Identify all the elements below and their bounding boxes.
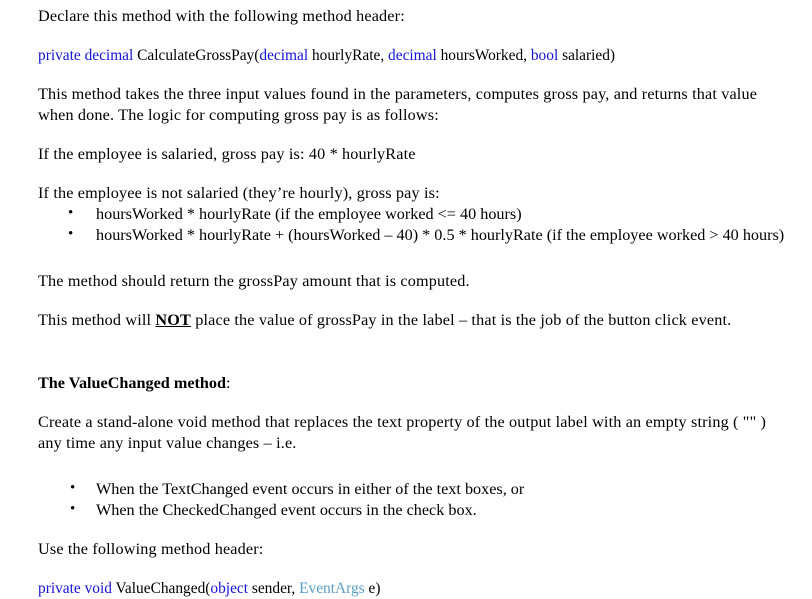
method-header-calculategrosspay: private decimal CalculateGrossPay(decima… bbox=[38, 45, 792, 66]
list-item: hoursWorked * hourlyRate (if the employe… bbox=[38, 203, 792, 225]
event-trigger-list: When the TextChanged event occurs in eit… bbox=[38, 478, 792, 521]
paragraph-hourly-intro: If the employee is not salaried (they’re… bbox=[38, 184, 440, 202]
keyword-object: object bbox=[210, 580, 249, 597]
list-item: When the TextChanged event occurs in eit… bbox=[38, 478, 792, 500]
keyword-private-void: private void bbox=[38, 580, 112, 597]
keyword-bool: bool bbox=[530, 47, 559, 64]
paragraph-return-note: The method should return the grossPay am… bbox=[38, 272, 470, 290]
paragraph-method-takes-values: This method takes the three input values… bbox=[38, 85, 758, 124]
method-name-calculategrosspay: CalculateGrossPay( bbox=[133, 47, 260, 64]
not-note-after: place the value of grossPay in the label… bbox=[191, 311, 732, 329]
method-name-valuechanged: ValueChanged( bbox=[111, 580, 211, 597]
document-page: Declare this method with the following m… bbox=[0, 0, 812, 597]
emphasis-not: NOT bbox=[155, 311, 191, 329]
hourly-rules-list: hoursWorked * hourlyRate (if the employe… bbox=[38, 203, 792, 246]
keyword-private-decimal: private decimal bbox=[38, 47, 134, 64]
section-heading-colon: : bbox=[226, 374, 231, 392]
paragraph-not-note: This method will NOT place the value of … bbox=[38, 310, 792, 331]
keyword-decimal-2: decimal bbox=[388, 47, 437, 64]
param-hourlyrate: hourlyRate, bbox=[308, 47, 389, 64]
keyword-decimal-1: decimal bbox=[259, 47, 309, 64]
section-heading-text: The ValueChanged method bbox=[38, 374, 226, 392]
param-sender: sender, bbox=[248, 580, 300, 597]
section-heading-valuechanged: The ValueChanged method: bbox=[38, 373, 792, 394]
type-eventargs: EventArgs bbox=[299, 580, 365, 597]
not-note-before: This method will bbox=[38, 311, 156, 329]
param-salaried: salaried) bbox=[558, 47, 616, 64]
param-e: e) bbox=[364, 580, 381, 597]
list-item: hoursWorked * hourlyRate + (hoursWorked … bbox=[38, 224, 792, 246]
intro-paragraph: Declare this method with the following m… bbox=[38, 7, 405, 25]
list-item: When the CheckedChanged event occurs in … bbox=[38, 499, 792, 521]
paragraph-salaried-rule: If the employee is salaried, gross pay i… bbox=[38, 145, 416, 163]
paragraph-valuechanged-description: Create a stand-alone void method that re… bbox=[38, 413, 767, 452]
param-hoursworked: hoursWorked, bbox=[436, 47, 531, 64]
method-header-valuechanged: private void ValueChanged(object sender,… bbox=[38, 578, 792, 599]
paragraph-use-header: Use the following method header: bbox=[38, 540, 264, 558]
